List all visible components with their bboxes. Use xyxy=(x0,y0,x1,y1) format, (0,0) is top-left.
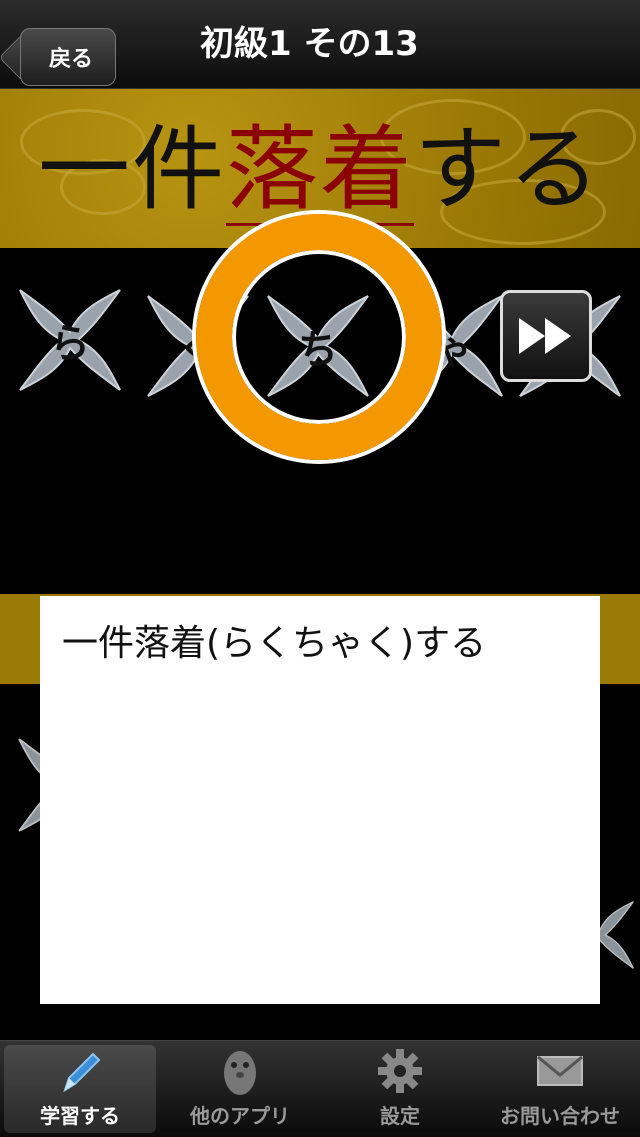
gear-icon xyxy=(375,1046,425,1096)
shuriken-kana-1: ら xyxy=(10,280,130,400)
fast-forward-button[interactable] xyxy=(500,290,592,382)
shuriken-kana-label: ら xyxy=(50,321,90,367)
phrase-prefix: 一件 xyxy=(37,116,226,223)
answer-text: 一件落着(らくちゃく)する xyxy=(62,623,487,664)
tab-other-apps-label: 他のアプリ xyxy=(190,1104,290,1128)
pencil-icon xyxy=(55,1046,105,1096)
mail-icon xyxy=(535,1046,585,1096)
correct-mark-ring xyxy=(196,214,442,460)
tab-other-apps[interactable]: 他のアプリ xyxy=(164,1045,316,1133)
back-button-label: 戻る xyxy=(48,47,93,72)
tab-bar: 学習する 他のアプリ 設定 お問い合わせ xyxy=(0,1040,640,1137)
tab-contact[interactable]: お問い合わせ xyxy=(484,1045,636,1133)
navigation-bar: 戻る 初級1 その13 xyxy=(0,0,640,89)
mascot-icon xyxy=(215,1046,265,1096)
back-button[interactable]: 戻る xyxy=(20,28,116,86)
page-title: 初級1 その13 xyxy=(200,24,419,64)
tab-contact-label: お問い合わせ xyxy=(500,1104,620,1128)
tab-settings[interactable]: 設定 xyxy=(324,1045,476,1133)
phrase-highlight: 落着 xyxy=(225,116,414,226)
tab-settings-label: 設定 xyxy=(380,1104,420,1128)
fast-forward-icon xyxy=(519,318,571,354)
answer-card: 一件落着(らくちゃく)する xyxy=(40,596,600,1004)
phrase-suffix: する xyxy=(414,116,603,223)
tab-study[interactable]: 学習する xyxy=(4,1045,156,1133)
tab-study-label: 学習する xyxy=(40,1104,120,1128)
